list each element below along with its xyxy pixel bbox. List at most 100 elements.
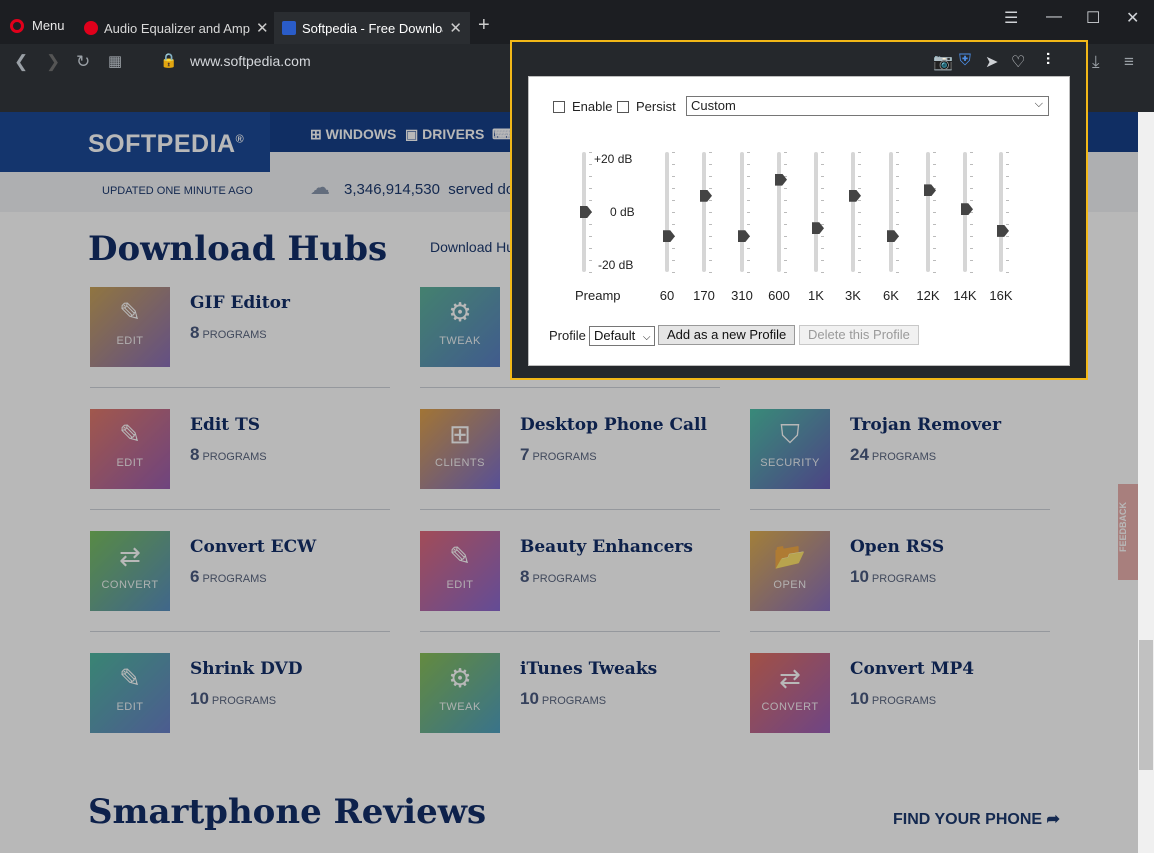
slider-track[interactable]: [702, 152, 706, 272]
slider-thumb[interactable]: [663, 230, 675, 243]
band-slider-600[interactable]: [768, 152, 790, 274]
hub-tile[interactable]: ⇄ CONVERT: [750, 653, 830, 733]
band-slider-16k[interactable]: [990, 152, 1012, 274]
slider-tick: [672, 164, 675, 165]
send-icon[interactable]: ➤: [985, 52, 998, 72]
camera-icon[interactable]: 📷: [933, 52, 953, 72]
hub-name[interactable]: Shrink DVD: [190, 659, 302, 679]
slider-thumb[interactable]: [887, 230, 899, 243]
hub-tile[interactable]: ⛉ SECURITY: [750, 409, 830, 489]
hub-name[interactable]: Edit TS: [190, 415, 260, 435]
hub-card[interactable]: ✎ EDIT Shrink DVD 10 PROGRAMS: [90, 653, 390, 753]
hub-card[interactable]: ✎ EDIT GIF Editor 8 PROGRAMS: [90, 287, 390, 388]
heart-icon[interactable]: ♡: [1011, 52, 1025, 72]
slider-tick: [896, 248, 899, 249]
hub-card[interactable]: ⚙ TWEAK iTunes Tweaks 10 PROGRAMS: [420, 653, 720, 753]
delete-profile-button[interactable]: Delete this Profile: [799, 325, 919, 345]
url-field[interactable]: www.softpedia.com: [190, 53, 311, 69]
reload-icon[interactable]: ↻: [76, 52, 90, 72]
easy-setup-icon[interactable]: ≡: [1124, 52, 1134, 72]
tab-softpedia[interactable]: Softpedia - Free Downloads ✕: [274, 12, 470, 44]
slider-thumb[interactable]: [738, 230, 750, 243]
hub-tile[interactable]: ✎ EDIT: [90, 409, 170, 489]
feedback-tab[interactable]: FEEDBACK: [1118, 484, 1138, 580]
slider-tick: [933, 152, 936, 153]
hub-name[interactable]: GIF Editor: [190, 293, 290, 313]
hub-card[interactable]: 📂 OPEN Open RSS 10 PROGRAMS: [750, 531, 1050, 632]
band-slider-170[interactable]: [693, 152, 715, 274]
slider-thumb[interactable]: [924, 184, 936, 197]
hub-name[interactable]: Trojan Remover: [850, 415, 1001, 435]
equalizer-icon[interactable]: ⫶: [1046, 52, 1050, 70]
preset-select[interactable]: Custom ⌵: [686, 96, 1049, 116]
band-slider-3k[interactable]: [842, 152, 864, 274]
hub-tile[interactable]: ⚙ TWEAK: [420, 653, 500, 733]
persist-checkbox-box[interactable]: [617, 100, 629, 113]
slider-track[interactable]: [999, 152, 1003, 272]
maximize-icon[interactable]: ☐: [1086, 8, 1100, 28]
hub-card[interactable]: ⊞ CLIENTS Desktop Phone Call 7 PROGRAMS: [420, 409, 720, 510]
band-label: 3K: [845, 288, 861, 303]
new-tab-button[interactable]: +: [478, 14, 490, 37]
band-slider-14k[interactable]: [954, 152, 976, 274]
hub-tile[interactable]: ⇄ CONVERT: [90, 531, 170, 611]
hub-name[interactable]: iTunes Tweaks: [520, 659, 657, 679]
profile-select[interactable]: Default ⌵: [589, 326, 656, 346]
hub-name[interactable]: Convert MP4: [850, 659, 974, 679]
opera-menu-button[interactable]: Menu: [10, 18, 65, 33]
enable-checkbox[interactable]: Enable: [553, 99, 612, 114]
hub-card[interactable]: ✎ EDIT Beauty Enhancers 8 PROGRAMS: [420, 531, 720, 632]
slider-track[interactable]: [926, 152, 930, 272]
hub-name[interactable]: Open RSS: [850, 537, 944, 557]
band-slider-6k[interactable]: [880, 152, 902, 274]
band-slider-12k[interactable]: [917, 152, 939, 274]
hub-tile[interactable]: ✎ EDIT: [90, 287, 170, 367]
hub-card[interactable]: ⛉ SECURITY Trojan Remover 24 PROGRAMS: [750, 409, 1050, 510]
nav-windows[interactable]: ⊞ WINDOWS: [310, 126, 396, 143]
slider-track[interactable]: [740, 152, 744, 272]
shield-icon[interactable]: ⛨: [959, 52, 971, 70]
hub-tile[interactable]: 📂 OPEN: [750, 531, 830, 611]
slider-track[interactable]: [665, 152, 669, 272]
softpedia-logo[interactable]: SOFTPEDIA®: [0, 112, 270, 172]
scrollbar-thumb[interactable]: [1139, 640, 1153, 770]
slider-thumb[interactable]: [580, 206, 592, 218]
slider-thumb[interactable]: [961, 203, 973, 216]
hub-tile[interactable]: ⊞ CLIENTS: [420, 409, 500, 489]
slider-track[interactable]: [777, 152, 781, 272]
nav-drivers[interactable]: ▣ DRIVERS: [405, 126, 484, 143]
enable-checkbox-box[interactable]: [553, 100, 565, 113]
minimize-icon[interactable]: —: [1046, 8, 1062, 26]
hub-tile[interactable]: ✎ EDIT: [90, 653, 170, 733]
slider-track[interactable]: [814, 152, 818, 272]
hub-tile[interactable]: ⚙ TWEAK: [420, 287, 500, 367]
cloud-download-icon: ☁: [310, 177, 330, 199]
hub-name[interactable]: Desktop Phone Call: [520, 415, 707, 435]
slider-track[interactable]: [851, 152, 855, 272]
find-phone-link[interactable]: FIND YOUR PHONE ➦: [893, 809, 1060, 829]
band-slider-60[interactable]: [656, 152, 678, 274]
download-icon[interactable]: ⤓: [1092, 52, 1100, 72]
forward-icon[interactable]: ❯: [46, 52, 60, 72]
close-tab-icon[interactable]: ✕: [449, 19, 462, 37]
slider-track[interactable]: [889, 152, 893, 272]
hub-name[interactable]: Beauty Enhancers: [520, 537, 693, 557]
close-window-icon[interactable]: ✕: [1126, 8, 1139, 28]
hub-name[interactable]: Convert ECW: [190, 537, 316, 557]
back-icon[interactable]: ❮: [14, 52, 28, 72]
hub-tile[interactable]: ✎ EDIT: [420, 531, 500, 611]
slider-tick: [970, 164, 973, 165]
tab-menu-icon[interactable]: ☰: [1004, 8, 1018, 28]
persist-checkbox[interactable]: Persist: [617, 99, 676, 114]
close-tab-icon[interactable]: ✕: [256, 19, 269, 37]
hub-card[interactable]: ✎ EDIT Edit TS 8 PROGRAMS: [90, 409, 390, 510]
equalizer-panel: [528, 76, 1070, 366]
hub-card[interactable]: ⇄ CONVERT Convert ECW 6 PROGRAMS: [90, 531, 390, 632]
add-profile-button[interactable]: Add as a new Profile: [658, 325, 796, 345]
tab-audio-equalizer[interactable]: Audio Equalizer and Amplifier ✕: [76, 12, 277, 44]
speed-dial-icon[interactable]: ▦: [108, 52, 122, 70]
band-slider-310[interactable]: [731, 152, 753, 274]
hub-card[interactable]: ⇄ CONVERT Convert MP4 10 PROGRAMS: [750, 653, 1050, 753]
band-slider-1k[interactable]: [805, 152, 827, 274]
preamp-slider[interactable]: [573, 152, 595, 274]
